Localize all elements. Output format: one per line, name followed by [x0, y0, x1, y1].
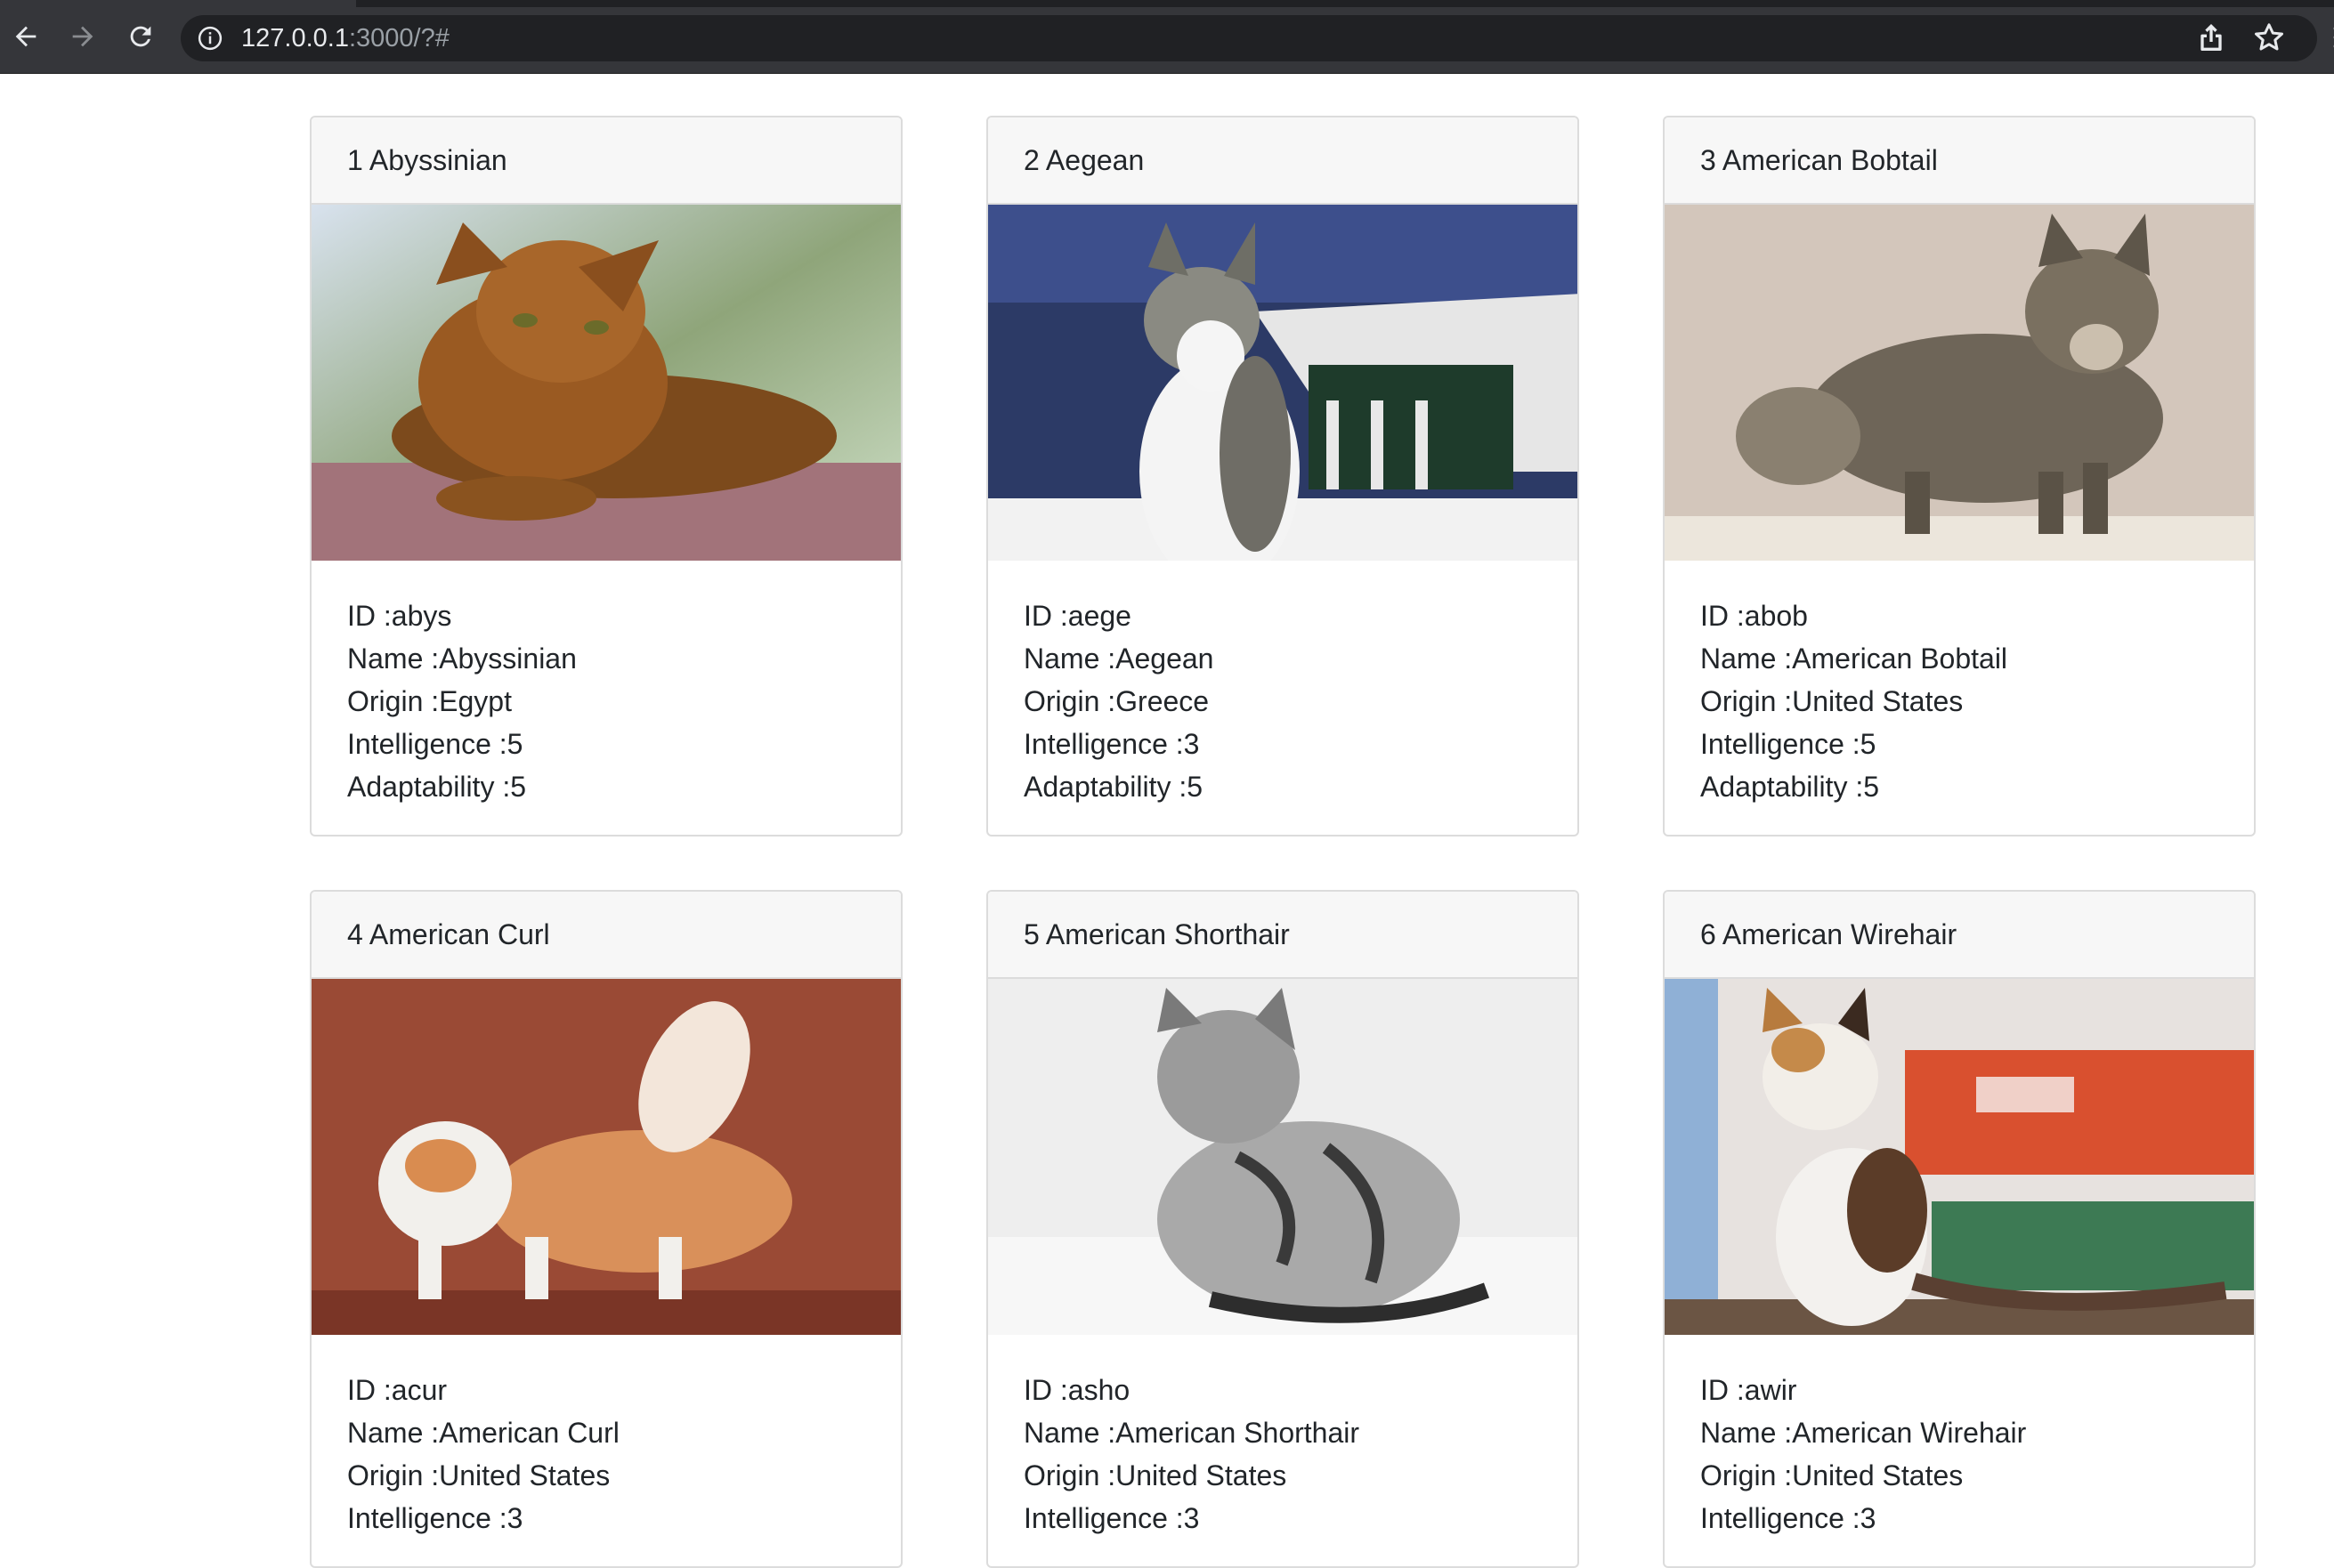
breed-name: Name :Abyssinian: [347, 637, 865, 680]
breed-id: ID :asho: [1024, 1369, 1542, 1411]
card-title: 6 American Wirehair: [1665, 892, 2254, 979]
reload-icon: [126, 21, 156, 52]
cat-photo: [988, 979, 1577, 1335]
card-body: ID :aege Name :Aegean Origin :Greece Int…: [988, 561, 1577, 835]
card-body: ID :asho Name :American Shorthair Origin…: [988, 1335, 1577, 1566]
arrow-right-icon: [68, 21, 98, 52]
url-text[interactable]: 127.0.0.1:3000/?#: [241, 24, 450, 53]
star-icon: [2251, 20, 2287, 55]
breed-adaptability: Adaptability :5: [347, 765, 865, 808]
card-title: 2 Aegean: [988, 117, 1577, 205]
cat-photo: [1665, 979, 2254, 1335]
breed-name: Name :American Bobtail: [1700, 637, 2218, 680]
arrow-left-icon: [11, 21, 41, 52]
breed-card: 3 American Bobtail ID :abob Name :Americ…: [1663, 116, 2256, 837]
breed-name: Name :American Curl: [347, 1411, 865, 1454]
breed-card: 4 American Curl ID :acur Name :American …: [310, 890, 903, 1568]
card-title: 5 American Shorthair: [988, 892, 1577, 979]
card-body: ID :abob Name :American Bobtail Origin :…: [1665, 561, 2254, 835]
breed-id: ID :abys: [347, 594, 865, 637]
breed-card: 2 Aegean ID :aege Name :Aegean: [986, 116, 1579, 837]
card-body: ID :acur Name :American Curl Origin :Uni…: [312, 1335, 901, 1566]
breed-adaptability: Adaptability :5: [1024, 765, 1542, 808]
breed-origin: Origin :United States: [1700, 1454, 2218, 1497]
browser-menu-button[interactable]: [2319, 20, 2334, 55]
breed-card: 1 Abyssinian: [310, 116, 903, 837]
breed-intelligence: Intelligence :5: [1700, 723, 2218, 765]
cat-photo: [1665, 205, 2254, 561]
breed-intelligence: Intelligence :3: [1024, 723, 1542, 765]
url-host: 127.0.0.1: [241, 24, 349, 53]
breed-origin: Origin :United States: [1700, 680, 2218, 723]
american-shorthair-photo-icon: [988, 979, 1577, 1335]
breed-intelligence: Intelligence :3: [1024, 1497, 1542, 1540]
american-curl-photo-icon: [312, 979, 901, 1335]
card-body: ID :awir Name :American Wirehair Origin …: [1665, 1335, 2254, 1566]
breed-origin: Origin :United States: [1024, 1454, 1542, 1497]
breed-id: ID :aege: [1024, 594, 1542, 637]
more-vert-icon: [2319, 20, 2334, 55]
aegean-photo-icon: [988, 205, 1577, 561]
forward-button[interactable]: [62, 16, 103, 57]
breed-name: Name :Aegean: [1024, 637, 1542, 680]
card-body: ID :abys Name :Abyssinian Origin :Egypt …: [312, 561, 901, 835]
breed-adaptability: Adaptability :5: [1700, 765, 2218, 808]
breed-id: ID :abob: [1700, 594, 2218, 637]
address-bar[interactable]: 127.0.0.1:3000/?#: [181, 15, 2317, 61]
breed-origin: Origin :Greece: [1024, 680, 1542, 723]
breed-intelligence: Intelligence :3: [1700, 1497, 2218, 1540]
tab-strip-edge: [356, 0, 2334, 7]
breed-intelligence: Intelligence :5: [347, 723, 865, 765]
share-button[interactable]: [2193, 20, 2229, 55]
card-title: 4 American Curl: [312, 892, 901, 979]
info-icon[interactable]: [197, 25, 223, 52]
breed-card: 5 American Shorthair ID :asho Name :Amer…: [986, 890, 1579, 1568]
american-bobtail-photo-icon: [1665, 205, 2254, 561]
reload-button[interactable]: [120, 16, 161, 57]
abyssinian-photo-icon: [312, 205, 901, 561]
breed-id: ID :acur: [347, 1369, 865, 1411]
american-wirehair-photo-icon: [1665, 979, 2254, 1335]
breed-intelligence: Intelligence :3: [347, 1497, 865, 1540]
card-title: 3 American Bobtail: [1665, 117, 2254, 205]
cat-photo: [312, 979, 901, 1335]
browser-toolbar: 127.0.0.1:3000/?#: [0, 0, 2334, 74]
breed-origin: Origin :United States: [347, 1454, 865, 1497]
bookmark-button[interactable]: [2251, 20, 2287, 55]
back-button[interactable]: [5, 16, 46, 57]
cat-photo: [988, 205, 1577, 561]
card-title: 1 Abyssinian: [312, 117, 901, 205]
url-path: :3000/?#: [349, 24, 450, 53]
breed-origin: Origin :Egypt: [347, 680, 865, 723]
cat-photo: [312, 205, 901, 561]
breed-card: 6 American Wirehair ID :awir Name :Ameri…: [1663, 890, 2256, 1568]
breed-name: Name :American Shorthair: [1024, 1411, 1542, 1454]
breed-name: Name :American Wirehair: [1700, 1411, 2218, 1454]
breed-id: ID :awir: [1700, 1369, 2218, 1411]
share-icon: [2193, 20, 2229, 55]
